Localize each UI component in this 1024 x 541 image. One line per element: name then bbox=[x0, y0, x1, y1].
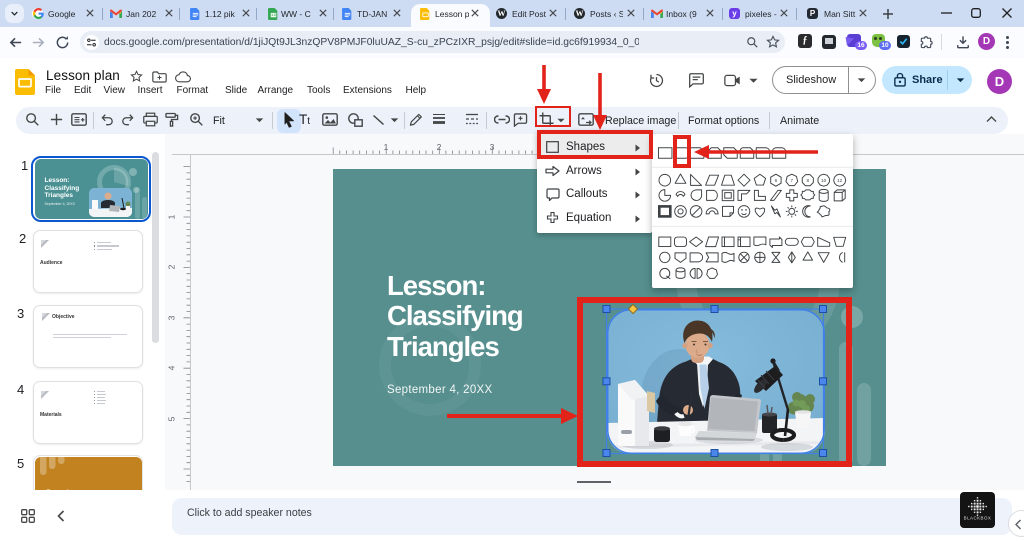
svg-text:4: 4 bbox=[166, 365, 176, 370]
svg-text:2: 2 bbox=[166, 264, 176, 269]
svg-text:1: 1 bbox=[166, 214, 176, 219]
svg-text:6: 6 bbox=[775, 178, 778, 183]
svg-text:12: 12 bbox=[837, 178, 843, 183]
svg-text:7: 7 bbox=[791, 178, 794, 183]
svg-text:3: 3 bbox=[166, 315, 176, 320]
svg-text:8: 8 bbox=[807, 178, 810, 183]
svg-text:10: 10 bbox=[821, 178, 827, 183]
svg-text:BLACKBOX: BLACKBOX bbox=[964, 516, 992, 521]
svg-text:5: 5 bbox=[166, 416, 176, 421]
